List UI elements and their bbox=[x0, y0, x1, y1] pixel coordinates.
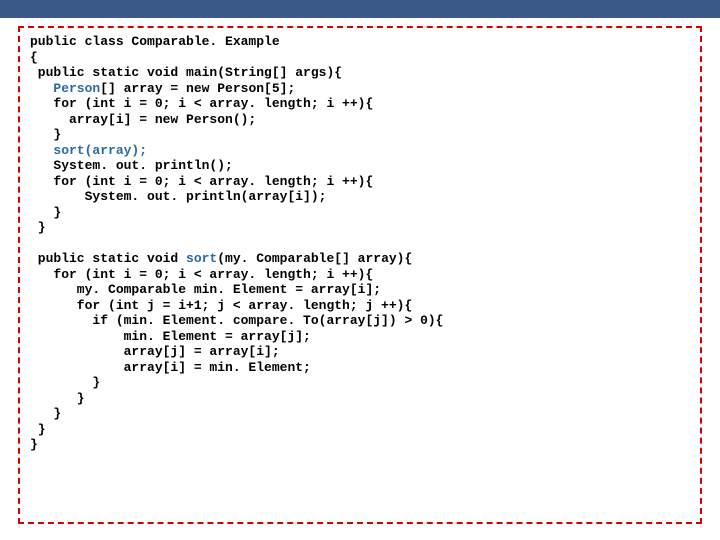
code-container: public class Comparable. Example { publi… bbox=[18, 26, 702, 524]
code-line: { bbox=[30, 50, 38, 65]
code-prefix: public static void bbox=[30, 251, 186, 266]
code-line: } bbox=[30, 391, 85, 406]
code-indent bbox=[30, 81, 53, 96]
code-line: } bbox=[30, 205, 61, 220]
code-line: array[i] = new Person(); bbox=[30, 112, 256, 127]
code-line: } bbox=[30, 437, 38, 452]
code-func: sort bbox=[186, 251, 217, 266]
code-rest: [] array = new Person[5]; bbox=[100, 81, 295, 96]
code-rest: (my. Comparable[] array){ bbox=[217, 251, 412, 266]
code-indent bbox=[30, 143, 53, 158]
code-line: array[j] = array[i]; bbox=[30, 344, 280, 359]
code-call: sort(array); bbox=[53, 143, 147, 158]
code-line: for (int i = 0; i < array. length; i ++)… bbox=[30, 267, 373, 282]
code-line: } bbox=[30, 220, 46, 235]
code-line: for (int i = 0; i < array. length; i ++)… bbox=[30, 96, 373, 111]
slide-header-bar bbox=[0, 0, 720, 18]
code-line: } bbox=[30, 406, 61, 421]
code-line: } bbox=[30, 422, 46, 437]
code-line: for (int i = 0; i < array. length; i ++)… bbox=[30, 174, 373, 189]
code-line: System. out. println(); bbox=[30, 158, 233, 173]
code-type: Person bbox=[53, 81, 100, 96]
code-line: if (min. Element. compare. To(array[j]) … bbox=[30, 313, 443, 328]
code-line: System. out. println(array[i]); bbox=[30, 189, 326, 204]
code-line: public static void main(String[] args){ bbox=[30, 65, 342, 80]
code-line: my. Comparable min. Element = array[i]; bbox=[30, 282, 381, 297]
code-line: } bbox=[30, 127, 61, 142]
code-line: public class Comparable. Example bbox=[30, 34, 280, 49]
code-line: min. Element = array[j]; bbox=[30, 329, 311, 344]
code-line: array[i] = min. Element; bbox=[30, 360, 311, 375]
code-line: } bbox=[30, 375, 100, 390]
code-block: public class Comparable. Example { publi… bbox=[30, 34, 690, 453]
code-line: for (int j = i+1; j < array. length; j +… bbox=[30, 298, 412, 313]
